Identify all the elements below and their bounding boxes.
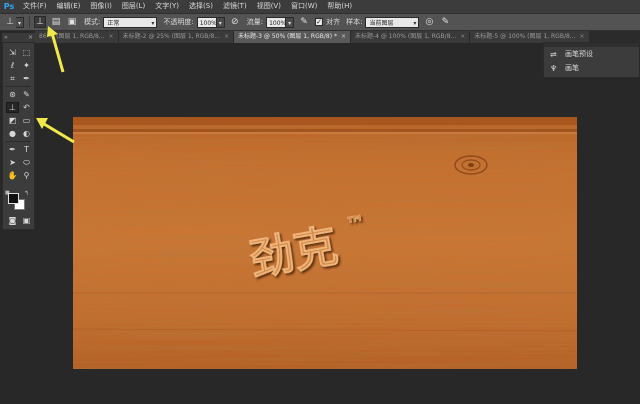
tool-separator — [6, 86, 31, 87]
options-separator — [29, 16, 30, 28]
close-tab-icon[interactable]: × — [341, 31, 346, 43]
mode-label: 模式: — [84, 18, 101, 26]
sample-label: 样本: — [346, 18, 363, 26]
marquee-tool-icon[interactable]: ⬚ — [20, 47, 33, 58]
doc-tab-label: 未标题-4 @ 100% (图层 1, RGB/8... — [355, 33, 457, 40]
arrow-to-clone-stamp-tool — [36, 118, 75, 144]
embossed-mark: ™ — [344, 210, 368, 237]
hand-tool-icon[interactable]: ✋ — [6, 170, 19, 181]
healing-brush-tool-icon[interactable]: ⊛ — [6, 89, 19, 100]
wood-texture-image: 劲克 ™ — [73, 117, 577, 369]
zoom-tool-icon[interactable]: ⚲ — [20, 170, 33, 181]
opacity-slider-dropdown[interactable]: ▾ — [216, 16, 225, 28]
clone-stamp-tool-preset-icon[interactable]: ⊥ — [4, 16, 16, 28]
menu-bar: Ps 文件(F) 编辑(E) 图像(I) 图层(L) 文字(Y) 选择(S) 滤… — [0, 0, 640, 13]
swap-colors-icon[interactable]: ↰ — [24, 190, 29, 197]
eraser-tool-icon[interactable]: ◩ — [6, 115, 19, 126]
close-tab-icon[interactable]: × — [460, 31, 465, 43]
tools-panel: ⇲ ⬚ ℓ ✦ ⌗ ✒ ⊛ ✎ ⊥ ↶ ◩ ▭ ● ◐ ✒ T ➤ ⬭ ✋ ⚲ … — [2, 42, 35, 230]
blur-tool-icon[interactable]: ● — [6, 128, 19, 139]
dodge-tool-icon[interactable]: ◐ — [20, 128, 33, 139]
menu-help[interactable]: 帮助(H) — [322, 0, 357, 13]
doc-tab-1[interactable]: 86 % (图层 1, RGB/8... × — [35, 31, 119, 43]
mode-select[interactable]: 正常 ▾ — [103, 16, 158, 28]
flow-label: 流量: — [246, 18, 264, 26]
pressure-opacity-icon[interactable]: ⊘ — [229, 16, 241, 28]
doc-tab-2[interactable]: 未标题-2 @ 25% (图层 1, RGB/8... × — [118, 31, 235, 43]
flow-input[interactable]: 100% — [266, 16, 286, 28]
menu-layer[interactable]: 图层(L) — [117, 0, 150, 13]
menu-filter[interactable]: 滤镜(T) — [218, 0, 252, 13]
doc-tab-label: 未标题-2 @ 25% (图层 1, RGB/8... — [122, 33, 220, 40]
document-canvas[interactable]: 劲克 ™ — [73, 117, 577, 369]
tool-separator — [6, 141, 31, 142]
doc-tab-4[interactable]: 未标题-4 @ 100% (图层 1, RGB/8... × — [351, 31, 471, 43]
close-tab-icon[interactable]: × — [109, 31, 114, 43]
brush-presets-label: 画笔预设 — [565, 50, 593, 58]
collapse-toolbox-icon[interactable]: « — [4, 34, 8, 41]
lasso-tool-icon[interactable]: ℓ — [6, 60, 19, 71]
shape-tool-icon[interactable]: ⬭ — [20, 157, 33, 168]
menu-select[interactable]: 选择(S) — [184, 0, 218, 13]
align-checkbox[interactable]: ✓ — [315, 18, 324, 26]
crop-tool-icon[interactable]: ⌗ — [6, 73, 19, 84]
doc-tab-label: 未标题-3 @ 50% (图层 1, RGB/8) * — [238, 33, 337, 40]
ignore-adjustment-layers-icon[interactable]: ◎ — [423, 16, 435, 28]
pen-tool-icon[interactable]: ✒ — [6, 144, 19, 155]
brush-presets-item[interactable]: ⇌ 画笔预设 — [550, 48, 593, 60]
align-label: 对齐 — [326, 18, 341, 26]
type-tool-icon[interactable]: T — [20, 144, 33, 155]
doc-tab-label: 86 % (图层 1, RGB/8... — [39, 33, 105, 40]
brush-size-icon[interactable]: ⊥ — [34, 16, 46, 28]
tool-preset-dropdown[interactable]: ▾ — [16, 16, 24, 28]
menu-image[interactable]: 图像(I) — [85, 0, 117, 13]
eyedropper-tool-icon[interactable]: ✒ — [20, 73, 33, 84]
brush-tool-icon[interactable]: ✎ — [20, 89, 33, 100]
menu-edit[interactable]: 编辑(E) — [52, 0, 86, 13]
flow-slider-dropdown[interactable]: ▾ — [286, 16, 295, 28]
gradient-tool-icon[interactable]: ▭ — [20, 115, 33, 126]
magic-wand-tool-icon[interactable]: ✦ — [20, 60, 33, 71]
path-selection-tool-icon[interactable]: ➤ — [6, 157, 19, 168]
photoshop-logo: Ps — [3, 2, 15, 11]
close-toolbox-icon[interactable]: × — [28, 34, 33, 41]
sample-select[interactable]: 当前图层 ▾ — [365, 16, 420, 28]
toolbox-header[interactable]: « × — [2, 33, 35, 42]
brush-presets-icon: ⇌ — [550, 49, 557, 59]
close-tab-icon[interactable]: × — [224, 31, 229, 43]
brush-icon: ♆ — [550, 63, 558, 73]
pressure-size-icon[interactable]: ✎ — [439, 16, 451, 28]
opacity-input[interactable]: 100% — [196, 16, 217, 28]
doc-tab-3[interactable]: 未标题-3 @ 50% (图层 1, RGB/8) * × — [234, 31, 351, 43]
quick-mask-icon[interactable]: ◙ — [6, 215, 19, 226]
history-brush-tool-icon[interactable]: ↶ — [20, 102, 33, 113]
menu-file[interactable]: 文件(F) — [18, 0, 52, 13]
brush-label: 画笔 — [565, 64, 579, 72]
clone-stamp-tool-icon[interactable]: ⊥ — [6, 102, 19, 113]
foreground-color-swatch[interactable] — [8, 193, 19, 204]
menu-type[interactable]: 文字(Y) — [150, 0, 184, 13]
airbrush-icon[interactable]: ✎ — [298, 16, 310, 28]
menu-window[interactable]: 窗口(W) — [286, 0, 322, 13]
brush-panel-dock: ⇌ 画笔预设 ♆ 画笔 — [543, 42, 640, 78]
options-bar: ⊥ ▾ ⊥ ▤ ▣ 模式: 正常 ▾ 不透明度: 100% ▾ ⊘ 流量: 100… — [0, 13, 640, 31]
panel-dock-header[interactable] — [544, 43, 639, 47]
brush-panel-toggle-icon[interactable]: ▤ — [50, 16, 62, 28]
opacity-label: 不透明度: — [163, 18, 194, 26]
clone-source-panel-icon[interactable]: ▣ — [66, 16, 78, 28]
brush-item[interactable]: ♆ 画笔 — [550, 62, 579, 74]
screen-mode-icon[interactable]: ▣ — [20, 215, 33, 226]
move-tool-icon[interactable]: ⇲ — [6, 47, 19, 58]
menu-view[interactable]: 视图(V) — [252, 0, 286, 13]
